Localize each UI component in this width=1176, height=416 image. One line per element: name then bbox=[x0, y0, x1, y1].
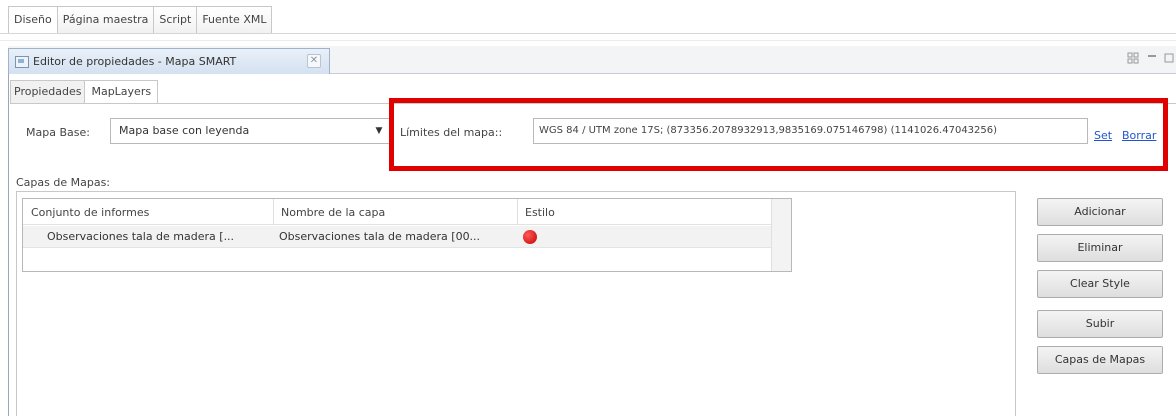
maximize-icon[interactable] bbox=[1163, 52, 1175, 67]
tab-propiedades[interactable]: Propiedades bbox=[10, 80, 86, 104]
frame-border bbox=[8, 46, 9, 416]
tab-maplayers[interactable]: MapLayers bbox=[84, 80, 159, 104]
map-base-selected-value: Mapa base con leyenda bbox=[119, 124, 250, 137]
divider bbox=[0, 40, 1176, 41]
column-separator bbox=[517, 199, 518, 225]
close-icon[interactable]: ✕ bbox=[307, 54, 321, 68]
style-swatch-icon[interactable] bbox=[523, 230, 537, 244]
table-row[interactable]: Observaciones tala de madera [... Observ… bbox=[23, 226, 771, 248]
map-limits-field[interactable]: WGS 84 / UTM zone 17S; (873356.207893291… bbox=[533, 118, 1088, 144]
cell-layer-name: Observaciones tala de madera [00... bbox=[279, 230, 481, 243]
move-up-button[interactable]: Subir bbox=[1037, 310, 1163, 338]
vertical-scrollbar[interactable] bbox=[771, 199, 791, 271]
set-link[interactable]: Set bbox=[1094, 129, 1112, 142]
clear-style-button[interactable]: Clear Style bbox=[1037, 270, 1163, 298]
table-header: Conjunto de informes Nombre de la capa E… bbox=[23, 199, 771, 225]
view-tab-bar: Editor de propiedades - Mapa SMART ✕ bbox=[8, 46, 1176, 74]
view-title: Editor de propiedades - Mapa SMART bbox=[33, 55, 237, 68]
tab-fuente-xml[interactable]: Fuente XML bbox=[196, 6, 273, 34]
minimize-icon[interactable] bbox=[1146, 52, 1158, 67]
column-header-report-set[interactable]: Conjunto de informes bbox=[31, 206, 149, 219]
map-layers-button[interactable]: Capas de Mapas bbox=[1037, 346, 1163, 374]
map-base-label: Mapa Base: bbox=[26, 126, 90, 139]
tab-property-editor[interactable]: Editor de propiedades - Mapa SMART ✕ bbox=[8, 48, 330, 74]
property-tabs: Propiedades MapLayers bbox=[10, 80, 159, 104]
tab-diseno[interactable]: Diseño bbox=[8, 6, 58, 34]
layers-table: Conjunto de informes Nombre de la capa E… bbox=[22, 198, 792, 272]
tab-pagina-maestra[interactable]: Página maestra bbox=[56, 6, 155, 34]
column-separator bbox=[273, 199, 274, 225]
property-editor-icon bbox=[15, 55, 29, 68]
map-limits-label: Límites del mapa:: bbox=[400, 126, 503, 139]
chevron-down-icon: ▼ bbox=[375, 126, 383, 136]
clear-link[interactable]: Borrar bbox=[1122, 129, 1156, 142]
editor-tab-bar: Diseño Página maestra Script Fuente XML bbox=[8, 6, 273, 34]
column-header-layer-name[interactable]: Nombre de la capa bbox=[281, 206, 385, 219]
tab-script[interactable]: Script bbox=[153, 6, 198, 34]
delete-button[interactable]: Eliminar bbox=[1037, 234, 1163, 262]
view-menu-icon[interactable] bbox=[1127, 52, 1139, 67]
map-layers-label: Capas de Mapas: bbox=[16, 176, 111, 189]
cell-report-set: Observaciones tala de madera [... bbox=[47, 230, 235, 243]
column-header-style[interactable]: Estilo bbox=[525, 206, 555, 219]
divider bbox=[10, 103, 1176, 104]
add-button[interactable]: Adicionar bbox=[1037, 198, 1163, 226]
map-base-select[interactable]: Mapa base con leyenda ▼ bbox=[110, 118, 390, 144]
divider bbox=[0, 33, 1176, 34]
